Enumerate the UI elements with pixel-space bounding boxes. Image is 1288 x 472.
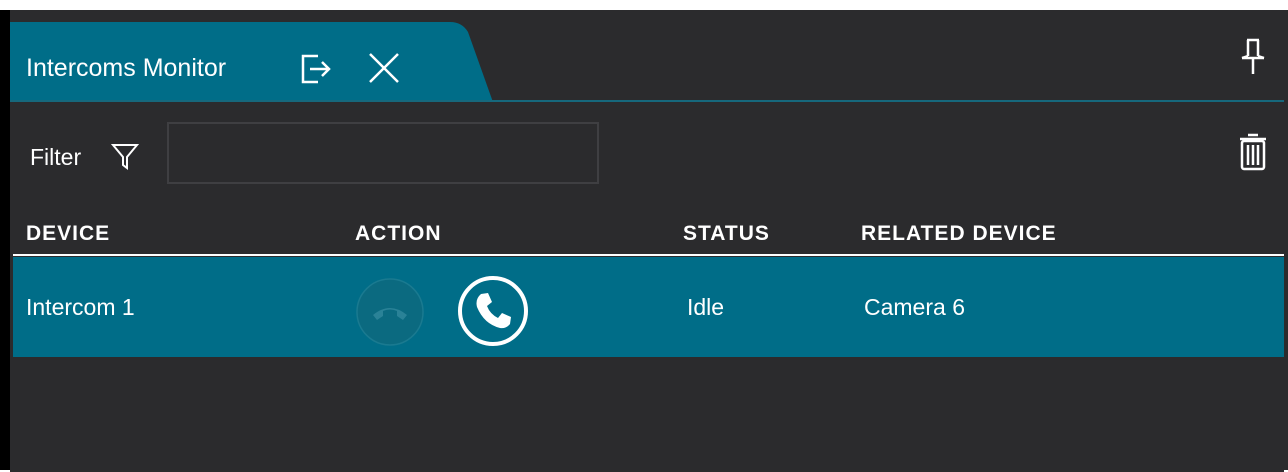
intercoms-monitor-window: Intercoms Monitor Filter DEVICE ACTION S… — [0, 10, 1288, 472]
column-header-device[interactable]: DEVICE — [26, 222, 110, 246]
detach-icon[interactable] — [298, 52, 332, 91]
table-row[interactable]: Intercom 1 Idle Camera 6 — [13, 257, 1284, 357]
cell-status: Idle — [687, 294, 725, 320]
column-header-action[interactable]: ACTION — [355, 222, 442, 246]
cell-device: Intercom 1 — [26, 294, 135, 320]
filter-icon — [110, 142, 140, 175]
monitor-content: Filter DEVICE ACTION STATUS RELATED DEVI… — [10, 100, 1284, 472]
call-icon[interactable] — [456, 274, 530, 353]
filter-input[interactable] — [167, 122, 599, 184]
tab-intercoms-monitor[interactable]: Intercoms Monitor — [10, 22, 494, 105]
hang-up-icon — [355, 277, 425, 352]
filter-label: Filter — [30, 144, 82, 170]
column-header-status[interactable]: STATUS — [683, 222, 770, 246]
cell-related-device: Camera 6 — [864, 294, 965, 320]
close-icon[interactable] — [366, 50, 402, 91]
pin-icon[interactable] — [1240, 38, 1266, 81]
tab-title: Intercoms Monitor — [26, 54, 227, 82]
trash-icon[interactable] — [1238, 132, 1268, 177]
header-divider — [13, 254, 1284, 256]
window-edge — [0, 10, 10, 470]
column-header-related-device[interactable]: RELATED DEVICE — [861, 222, 1057, 246]
